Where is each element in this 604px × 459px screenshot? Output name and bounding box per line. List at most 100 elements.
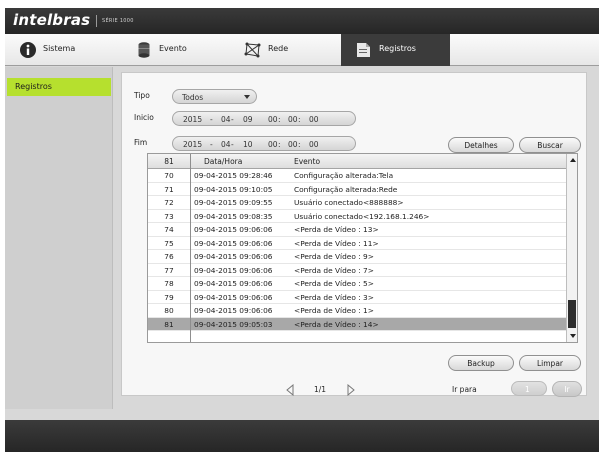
row-datetime: 09-04-2015 09:06:06 bbox=[194, 306, 273, 315]
row-datetime: 09-04-2015 09:06:06 bbox=[194, 265, 273, 275]
inicio-label: Inicio bbox=[134, 113, 154, 122]
series-label: SÉRIE 1000 bbox=[102, 18, 134, 24]
table-row[interactable]: 79 09-04-2015 09:06:06 <Perda de Vídeo : 3… bbox=[148, 291, 566, 304]
fim-hour: 00 bbox=[268, 140, 278, 149]
row-number: 70 bbox=[164, 171, 174, 180]
row-number: 75 bbox=[164, 238, 174, 248]
row-event: Configuração alterada:Rede bbox=[294, 184, 398, 194]
row-event: <Perda de Vídeo : 7> bbox=[294, 265, 374, 275]
table-row[interactable]: 81 09-04-2015 09:05:03 <Perda de Vídeo : 1… bbox=[148, 317, 566, 331]
scroll-thumb[interactable] bbox=[568, 300, 576, 328]
header-datetime: Data/Hora bbox=[204, 157, 243, 166]
fim-datetime-field[interactable]: 2015 - 04 - 10 00 : 00 : 00 bbox=[172, 136, 356, 151]
row-number: 79 bbox=[164, 292, 174, 302]
dvr-window: intelbras SÉRIE 1000 Sistema Evento Rede… bbox=[5, 8, 599, 452]
cylinder-icon bbox=[138, 42, 150, 58]
tab-evento[interactable]: Evento bbox=[121, 34, 230, 66]
logo-divider bbox=[96, 15, 97, 27]
buscar-button[interactable]: Buscar bbox=[519, 137, 581, 153]
goto-label: Ir para bbox=[452, 385, 477, 394]
table-row[interactable]: 70 09-04-2015 09:28:46 Configuração altera… bbox=[148, 169, 566, 183]
row-datetime: 09-04-2015 09:08:35 bbox=[194, 211, 273, 221]
fim-day: 10 bbox=[243, 140, 253, 149]
row-datetime: 09-04-2015 09:28:46 bbox=[194, 171, 273, 180]
log-table: 81 Data/Hora Evento 70 09-04-2015 09:28:4… bbox=[147, 153, 578, 343]
brand-logo: intelbras bbox=[13, 11, 91, 29]
row-event: <Perda de Vídeo : 9> bbox=[294, 252, 374, 261]
table-row[interactable]: 75 09-04-2015 09:06:06 <Perda de Vídeo : 1… bbox=[148, 237, 566, 250]
row-number: 72 bbox=[164, 198, 174, 207]
date-separator: - bbox=[210, 140, 213, 149]
tab-registros[interactable]: Registros bbox=[341, 34, 450, 66]
row-event: <Perda de Vídeo : 1> bbox=[294, 306, 374, 315]
tab-evento-label: Evento bbox=[159, 44, 187, 53]
table-header: 81 Data/Hora Evento bbox=[148, 154, 566, 169]
time-separator: : bbox=[298, 115, 301, 124]
table-row[interactable]: 77 09-04-2015 09:06:06 <Perda de Vídeo : 7… bbox=[148, 264, 566, 277]
tipo-select[interactable]: Todos bbox=[172, 89, 257, 104]
row-event: Usuário conectado<192.168.1.246> bbox=[294, 211, 430, 221]
row-datetime: 09-04-2015 09:06:06 bbox=[194, 225, 273, 234]
log-search-panel: Tipo Todos Inicio 2015 - 04 - 09 00 : 00… bbox=[121, 72, 587, 397]
backup-button[interactable]: Backup bbox=[448, 355, 514, 371]
time-separator: : bbox=[278, 140, 281, 149]
table-row[interactable]: 76 09-04-2015 09:06:06 <Perda de Vídeo : 9… bbox=[148, 250, 566, 264]
table-row[interactable]: 72 09-04-2015 09:09:55 Usuário conectado<8… bbox=[148, 196, 566, 210]
goto-page-input[interactable]: 1 bbox=[511, 381, 547, 396]
top-bar: intelbras SÉRIE 1000 bbox=[5, 8, 599, 34]
row-datetime: 09-04-2015 09:06:06 bbox=[194, 238, 273, 248]
tab-rede-label: Rede bbox=[268, 44, 289, 53]
next-page-icon[interactable] bbox=[346, 384, 356, 396]
sidebar-item-registros[interactable]: Registros bbox=[7, 78, 111, 96]
table-row[interactable]: 80 09-04-2015 09:06:06 <Perda de Vídeo : 1… bbox=[148, 304, 566, 318]
scroll-down-icon[interactable] bbox=[570, 334, 576, 338]
fim-second: 00 bbox=[309, 140, 319, 149]
inicio-year: 2015 bbox=[183, 115, 203, 124]
row-datetime: 09-04-2015 09:06:06 bbox=[194, 279, 273, 288]
header-count: 81 bbox=[164, 157, 174, 166]
row-datetime: 09-04-2015 09:09:55 bbox=[194, 198, 273, 207]
row-number: 80 bbox=[164, 306, 174, 315]
page-indicator: 1/1 bbox=[314, 385, 327, 394]
row-number: 81 bbox=[164, 319, 174, 329]
info-icon bbox=[20, 42, 36, 58]
detalhes-button[interactable]: Detalhes bbox=[448, 137, 514, 153]
goto-value: 1 bbox=[525, 385, 530, 394]
fim-year: 2015 bbox=[183, 140, 203, 149]
table-scrollbar[interactable] bbox=[566, 154, 577, 342]
row-event: Configuração alterada:Tela bbox=[294, 171, 394, 180]
tipo-value: Todos bbox=[182, 93, 204, 102]
inicio-month: 04 bbox=[221, 115, 231, 124]
table-row[interactable]: 71 09-04-2015 09:10:05 Configuração altera… bbox=[148, 183, 566, 196]
limpar-button[interactable]: Limpar bbox=[519, 355, 581, 371]
row-number: 76 bbox=[164, 252, 174, 261]
date-separator: - bbox=[210, 115, 213, 124]
tab-rede[interactable]: Rede bbox=[230, 34, 339, 66]
row-event: Usuário conectado<888888> bbox=[294, 198, 404, 207]
row-event: <Perda de Vídeo : 5> bbox=[294, 279, 374, 288]
table-row[interactable]: 74 09-04-2015 09:06:06 <Perda de Vídeo : 1… bbox=[148, 223, 566, 237]
row-datetime: 09-04-2015 09:10:05 bbox=[194, 184, 273, 194]
ir-button[interactable]: Ir bbox=[552, 381, 582, 397]
network-icon bbox=[244, 42, 261, 58]
table-row[interactable]: 73 09-04-2015 09:08:35 Usuário conectado<1… bbox=[148, 210, 566, 223]
row-event: <Perda de Vídeo : 14> bbox=[294, 319, 379, 329]
fim-month: 04 bbox=[221, 140, 231, 149]
time-separator: : bbox=[298, 140, 301, 149]
main-tabs: Sistema Evento Rede Registros bbox=[5, 34, 599, 66]
date-separator: - bbox=[231, 140, 234, 149]
table-row[interactable]: 78 09-04-2015 09:06:06 <Perda de Vídeo : 5… bbox=[148, 277, 566, 291]
fim-minute: 00 bbox=[288, 140, 298, 149]
bottom-bar bbox=[5, 420, 599, 452]
tab-sistema[interactable]: Sistema bbox=[5, 34, 114, 66]
inicio-datetime-field[interactable]: 2015 - 04 - 09 00 : 00 : 00 bbox=[172, 111, 356, 126]
date-separator: - bbox=[231, 115, 234, 124]
scroll-up-icon[interactable] bbox=[570, 158, 576, 162]
row-number: 71 bbox=[164, 184, 174, 194]
prev-page-icon[interactable] bbox=[285, 384, 295, 396]
tab-registros-label: Registros bbox=[379, 44, 416, 53]
row-event: <Perda de Vídeo : 13> bbox=[294, 225, 379, 234]
row-number: 78 bbox=[164, 279, 174, 288]
inicio-minute: 00 bbox=[288, 115, 298, 124]
inicio-day: 09 bbox=[243, 115, 253, 124]
